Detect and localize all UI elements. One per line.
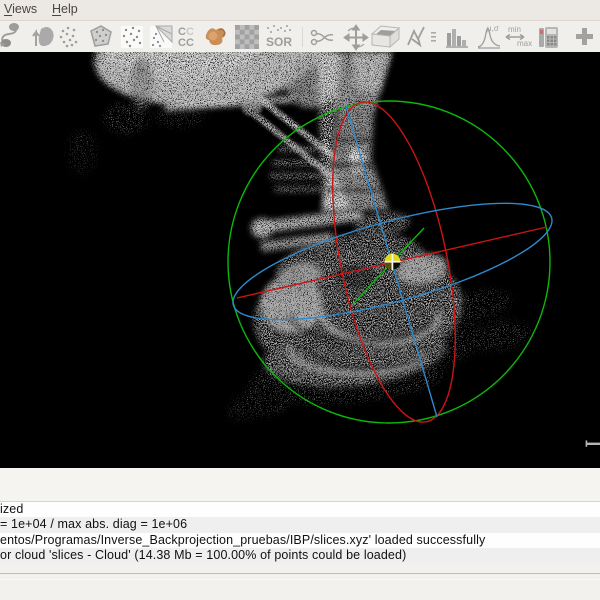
svg-text:C: C bbox=[186, 37, 194, 49]
svg-text:μ,σ: μ,σ bbox=[487, 24, 499, 33]
svg-text:SOR: SOR bbox=[266, 35, 292, 49]
svg-text:min: min bbox=[508, 25, 521, 34]
svg-text:C: C bbox=[178, 37, 186, 49]
svg-text:max: max bbox=[517, 39, 532, 48]
